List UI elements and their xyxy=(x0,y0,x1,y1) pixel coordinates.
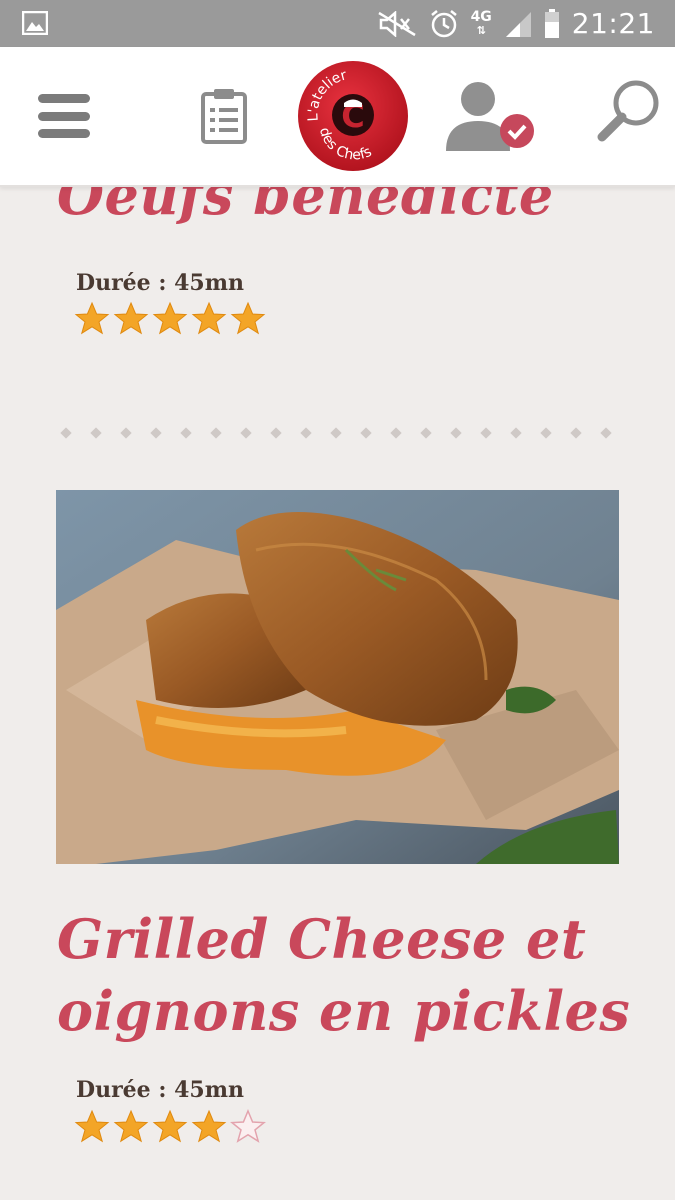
network-type: 4G ⇅ xyxy=(470,8,492,37)
battery-icon xyxy=(544,8,559,38)
star-filled-icon xyxy=(230,301,266,335)
clipboard-icon[interactable] xyxy=(199,87,249,145)
star-filled-icon xyxy=(191,301,227,335)
recipe-list: Oeufs bénédicte Durée : 45mn Grilled Che… xyxy=(0,187,675,1200)
recipe-photo[interactable] xyxy=(56,490,619,864)
menu-icon[interactable] xyxy=(38,94,90,138)
mute-icon xyxy=(377,10,416,37)
gallery-icon xyxy=(22,11,48,35)
status-icons: 4G ⇅ 21:21 xyxy=(377,0,655,47)
separator xyxy=(60,427,612,439)
user-verified-icon[interactable] xyxy=(442,77,538,153)
star-filled-icon xyxy=(152,1109,188,1143)
status-bar: 4G ⇅ 21:21 xyxy=(0,0,675,47)
app-header: L'atelier des Chefs C xyxy=(0,47,675,187)
star-filled-icon xyxy=(152,301,188,335)
recipe-title[interactable]: Oeufs bénédicte xyxy=(57,187,554,231)
star-filled-icon xyxy=(74,1109,110,1143)
rating-stars xyxy=(74,301,266,337)
recipe-title[interactable]: Grilled Cheese et oignons en pickles xyxy=(57,903,657,1047)
recipe-duration: Durée : 45mn xyxy=(76,270,244,296)
star-filled-icon xyxy=(113,1109,149,1143)
logo[interactable]: L'atelier des Chefs C xyxy=(296,59,410,173)
recipe-duration: Durée : 45mn xyxy=(76,1077,244,1103)
search-icon[interactable] xyxy=(596,77,662,143)
clock: 21:21 xyxy=(571,7,655,40)
signal-icon xyxy=(505,11,531,37)
star-filled-icon xyxy=(191,1109,227,1143)
rating-stars xyxy=(74,1109,266,1145)
alarm-icon xyxy=(430,9,457,37)
star-filled-icon xyxy=(74,301,110,335)
star-filled-icon xyxy=(113,301,149,335)
star-empty-icon xyxy=(230,1109,266,1143)
